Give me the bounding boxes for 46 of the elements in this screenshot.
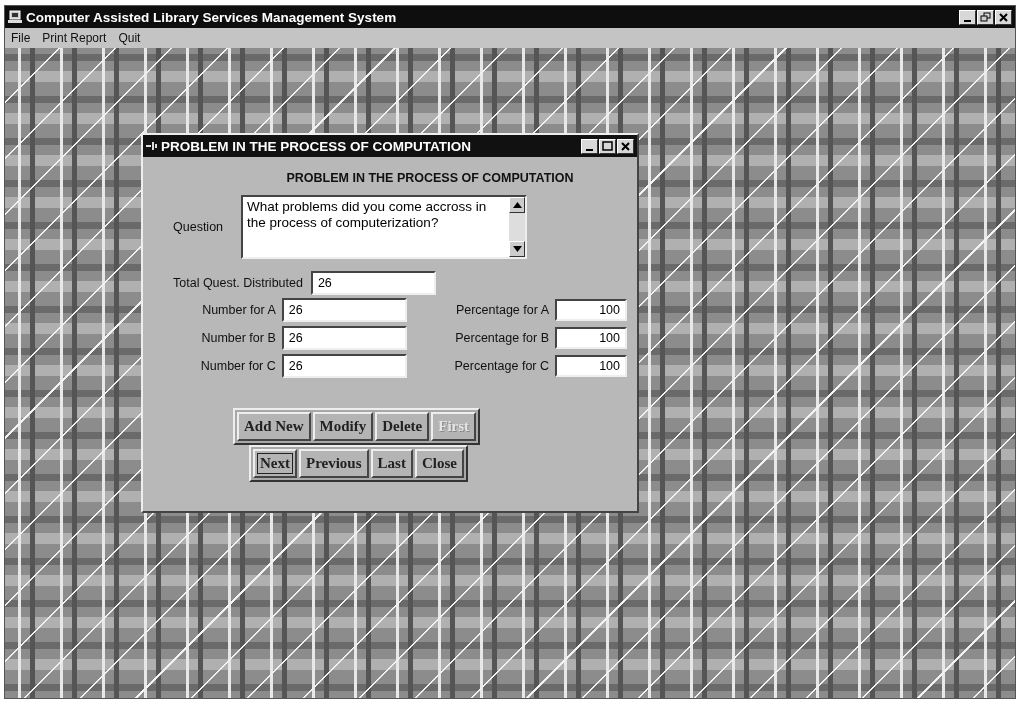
number-field[interactable]: 26 (281, 354, 407, 378)
computer-icon (8, 10, 22, 24)
close-icon (620, 140, 631, 152)
minimize-icon (964, 19, 971, 22)
minimize-button[interactable] (959, 9, 976, 25)
number-field[interactable]: 26 (281, 298, 407, 322)
dialog-icon (146, 141, 158, 151)
question-field[interactable]: What problems did you come accross in the process of computerization? (241, 195, 528, 259)
action-button[interactable]: Last (370, 449, 413, 478)
action-button[interactable]: Delete (375, 412, 430, 441)
close-icon (998, 11, 1009, 23)
action-button[interactable]: Next (253, 449, 297, 478)
scroll-down-icon[interactable] (509, 241, 526, 257)
number-field[interactable]: 26 (281, 326, 407, 350)
action-button[interactable]: Modify (312, 412, 374, 441)
field-label: Percentage for B (454, 331, 549, 345)
field-label: Question (173, 220, 224, 234)
menu-item[interactable]: File (11, 31, 31, 45)
close-button[interactable] (617, 138, 634, 154)
field-label: Number for A (201, 303, 276, 317)
restore-button[interactable] (977, 9, 994, 25)
action-button[interactable]: Close (414, 449, 464, 478)
field-label: Total Quest. Distributed (173, 276, 303, 290)
field-label: Number for B (200, 331, 276, 345)
scrollbar[interactable] (509, 197, 526, 257)
restore-icon (980, 11, 991, 23)
menu-item[interactable]: Quit (118, 31, 141, 45)
maximize-button[interactable] (599, 138, 616, 154)
percentage-field[interactable]: 100 (555, 299, 627, 321)
action-button[interactable]: Previous (299, 449, 369, 478)
close-button[interactable] (995, 9, 1012, 25)
field-label: Number for C (199, 359, 276, 373)
minimize-icon (586, 148, 593, 151)
maximize-icon (602, 140, 613, 152)
scroll-up-icon[interactable] (509, 197, 526, 213)
field-label: Percentage for A (454, 303, 549, 317)
window-title: Computer Assisted Library Services Management System (26, 9, 398, 25)
action-button[interactable]: Add New (237, 412, 311, 441)
percentage-field[interactable]: 100 (555, 355, 627, 377)
menu-item[interactable]: Print Report (42, 31, 107, 45)
form-heading: PROBLEM IN THE PROCESS OF COMPUTATION (285, 171, 575, 185)
minimize-button[interactable] (581, 138, 598, 154)
dialog-title: PROBLEM IN THE PROCESS OF COMPUTATION (161, 138, 472, 154)
total-field[interactable]: 26 (310, 271, 436, 295)
field-label: Percentage for C (453, 359, 549, 373)
percentage-field[interactable]: 100 (555, 327, 627, 349)
